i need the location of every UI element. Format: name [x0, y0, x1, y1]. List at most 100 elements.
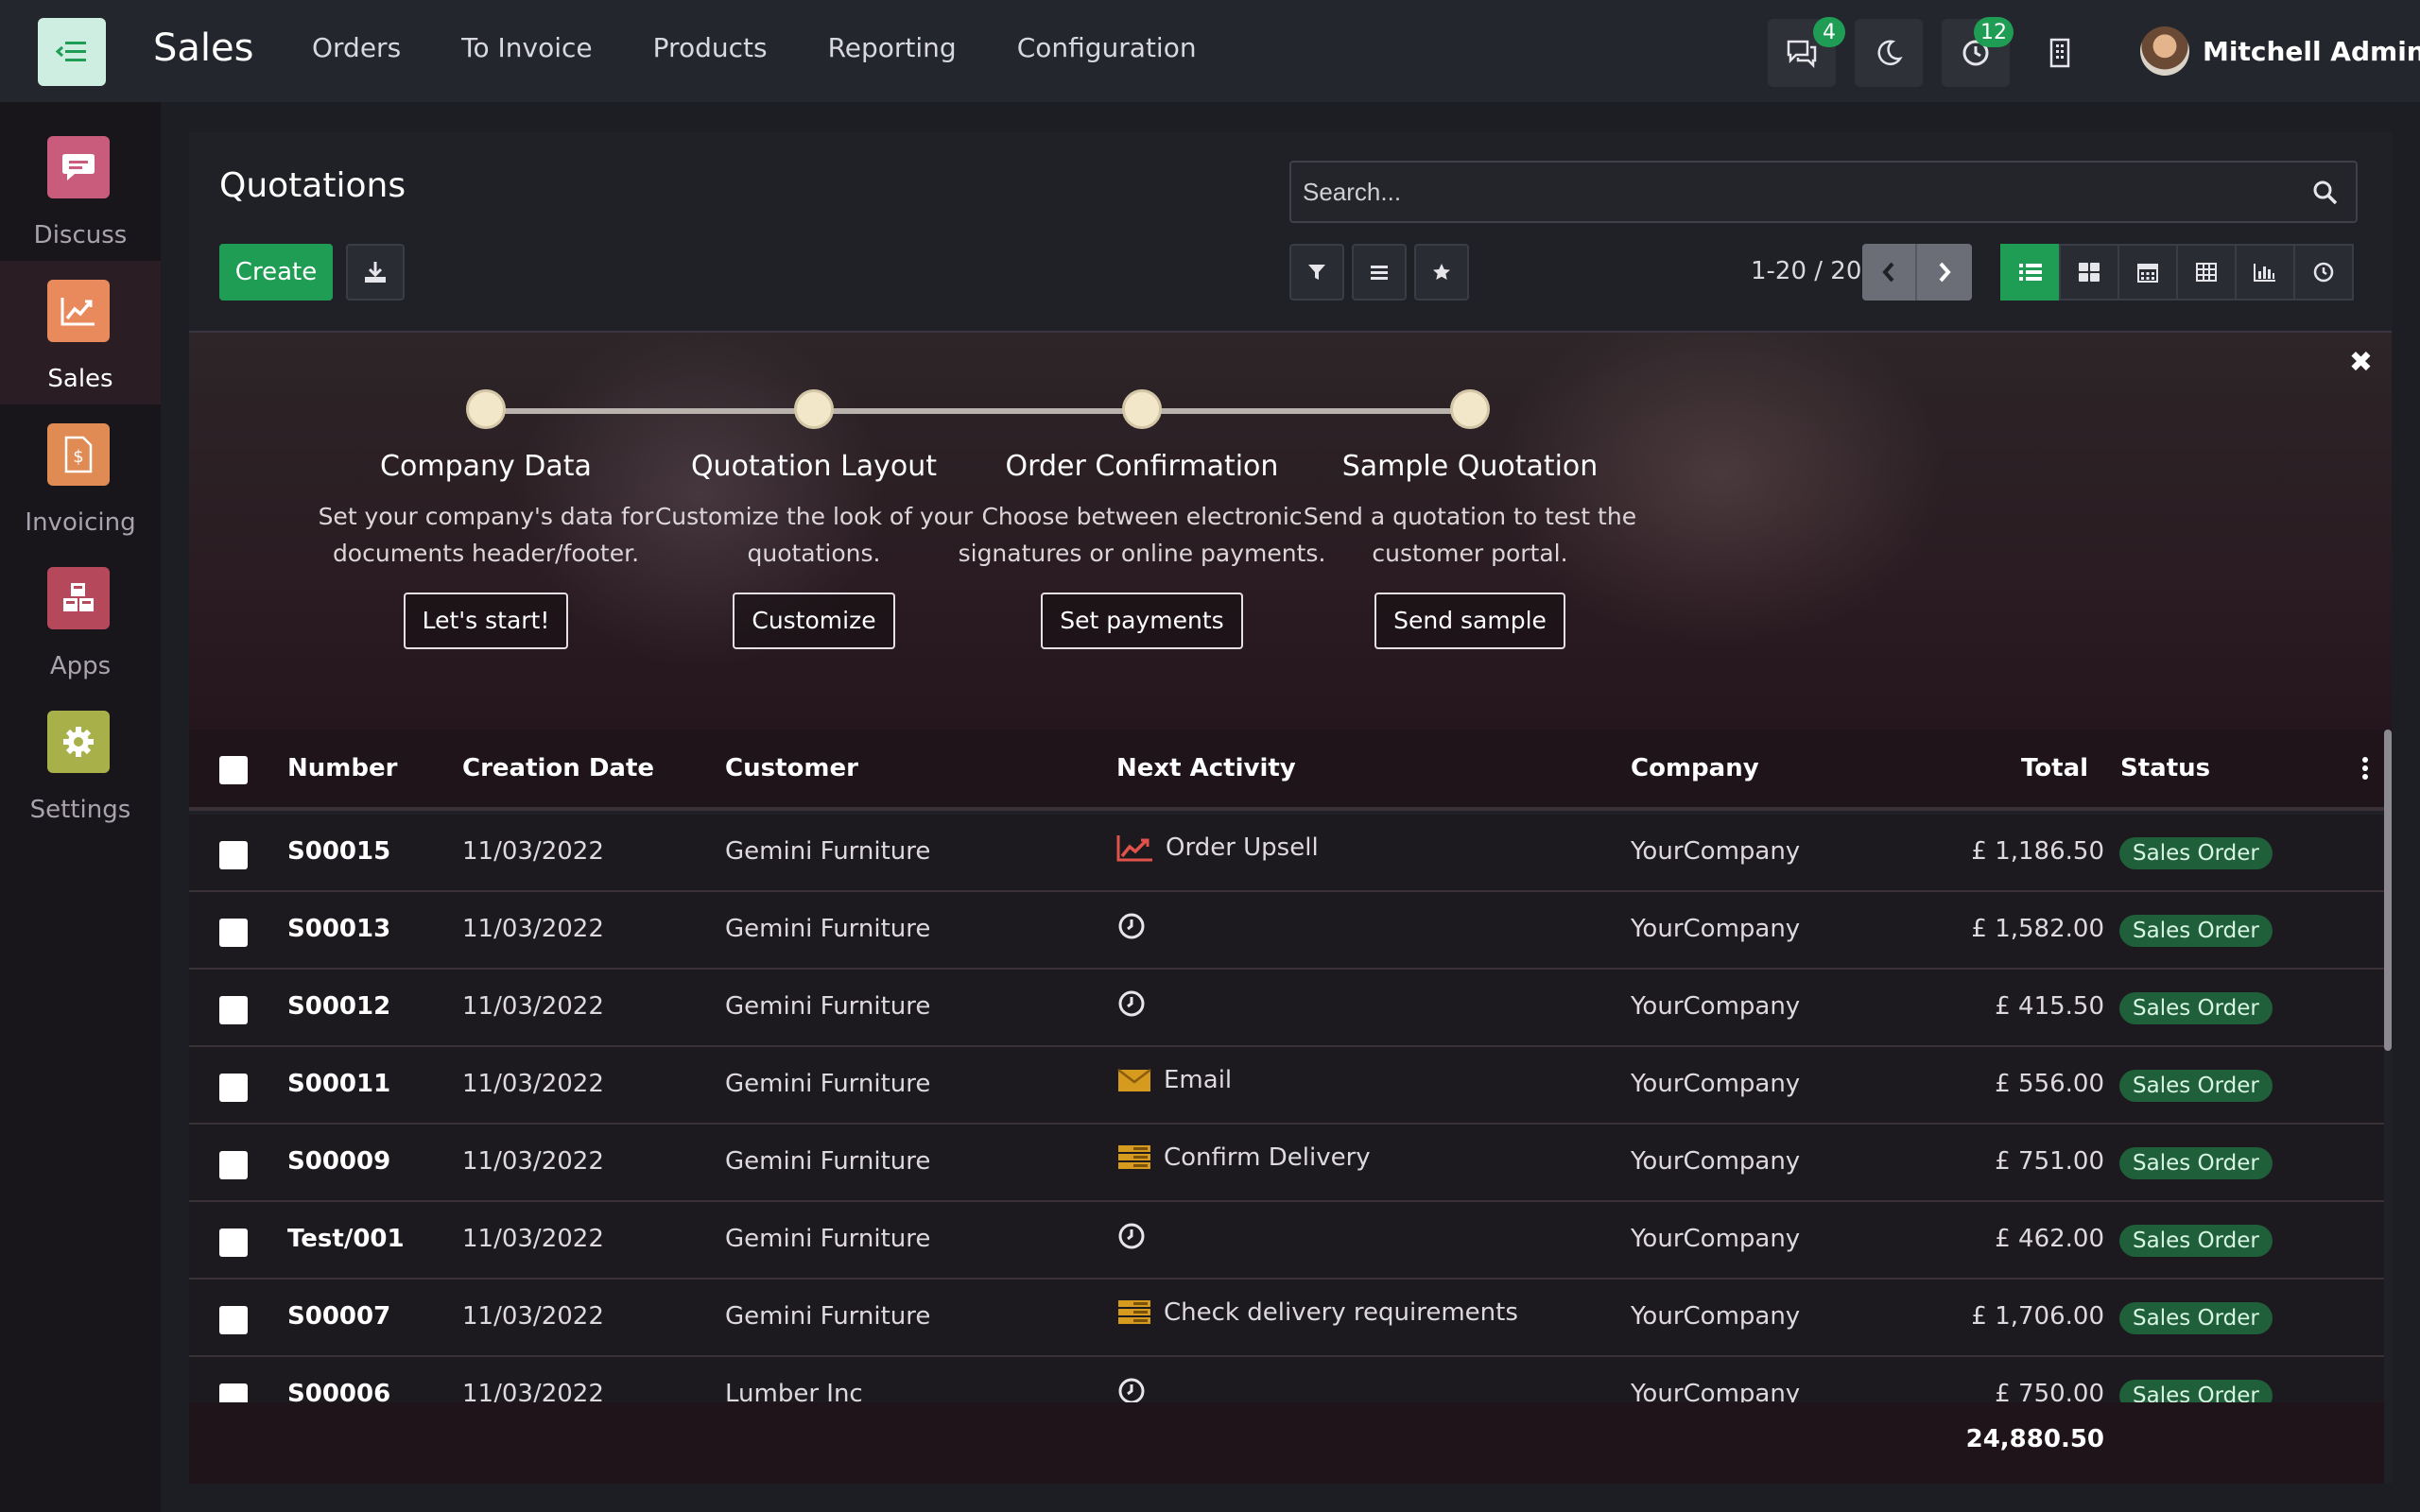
column-total[interactable]: Total — [2021, 754, 2088, 782]
filter-icon — [1308, 265, 1325, 280]
pager-previous-button[interactable] — [1862, 244, 1917, 301]
list-view-button[interactable] — [2000, 244, 2061, 301]
step-dot — [1450, 389, 1490, 429]
activity-view-button[interactable] — [2293, 244, 2354, 301]
column-customer[interactable]: Customer — [725, 754, 858, 782]
status-badge: Sales Order — [2119, 992, 2273, 1024]
column-status[interactable]: Status — [2120, 754, 2210, 782]
column-next-activity[interactable]: Next Activity — [1116, 754, 1296, 782]
table-row[interactable]: Test/001 11/03/2022 Gemini Furniture YourCo… — [189, 1202, 2384, 1280]
column-company[interactable]: Company — [1631, 754, 1759, 782]
graph-view-button[interactable] — [2235, 244, 2295, 301]
clock-icon[interactable] — [1116, 911, 1147, 941]
kanban-view-button[interactable] — [2059, 244, 2119, 301]
status-badge: Sales Order — [2119, 1070, 2273, 1102]
search-box — [1289, 161, 2358, 223]
company-switcher[interactable] — [2029, 19, 2091, 87]
search-icon[interactable] — [2312, 180, 2339, 206]
next-activity[interactable]: Order Upsell — [1116, 833, 1319, 862]
menu-products[interactable]: Products — [653, 32, 768, 63]
sidebar-item-discuss[interactable]: Discuss — [0, 117, 161, 261]
invoice-icon: $ — [47, 423, 110, 486]
user-menu[interactable]: Mitchell Admin — [2140, 26, 2420, 76]
table-row[interactable]: S00007 11/03/2022 Gemini Furniture Check de… — [189, 1280, 2384, 1357]
table-row[interactable]: S00013 11/03/2022 Gemini Furniture YourComp… — [189, 892, 2384, 970]
page-title: Quotations — [219, 166, 406, 205]
search-input[interactable] — [1291, 163, 2356, 221]
menu-orders[interactable]: Orders — [312, 32, 401, 63]
next-activity[interactable]: Check delivery requirements — [1116, 1298, 1518, 1327]
optional-columns-icon[interactable] — [2361, 756, 2369, 784]
status-badge: Sales Order — [2119, 915, 2273, 947]
sidebar-item-sales[interactable]: Sales — [0, 261, 161, 404]
close-icon[interactable]: ✖ — [2349, 346, 2373, 379]
download-button[interactable] — [346, 244, 405, 301]
kanban-icon — [2079, 263, 2100, 282]
list-icon — [2019, 264, 2042, 281]
calendar-view-button[interactable] — [2118, 244, 2178, 301]
row-checkbox[interactable] — [219, 996, 248, 1024]
group-by-button[interactable] — [1352, 244, 1407, 301]
customer-name: Gemini Furniture — [725, 1147, 931, 1176]
next-activity[interactable]: Email — [1116, 1066, 1232, 1094]
table-row[interactable]: S00011 11/03/2022 Gemini Furniture Email You… — [189, 1047, 2384, 1125]
creation-date: 11/03/2022 — [462, 915, 604, 943]
select-all-checkbox[interactable] — [219, 756, 248, 784]
row-checkbox[interactable] — [219, 1306, 248, 1334]
column-number[interactable]: Number — [287, 754, 397, 782]
column-creation-date[interactable]: Creation Date — [462, 754, 654, 782]
sidebar-item-settings[interactable]: Settings — [0, 692, 161, 835]
pivot-view-button[interactable] — [2176, 244, 2237, 301]
clock-icon — [2313, 262, 2334, 283]
next-activity[interactable] — [1116, 988, 1158, 1019]
envelope-icon[interactable] — [1116, 1067, 1152, 1093]
table-row[interactable]: S00009 11/03/2022 Gemini Furniture Confirm … — [189, 1125, 2384, 1202]
send-sample-button[interactable]: Send sample — [1374, 593, 1565, 649]
filter-button[interactable] — [1289, 244, 1344, 301]
create-button[interactable]: Create — [219, 244, 333, 301]
step-dot — [1122, 389, 1162, 429]
customize-button[interactable]: Customize — [733, 593, 895, 649]
lets-start-button[interactable]: Let's start! — [403, 593, 569, 649]
table-row[interactable]: S00012 11/03/2022 Gemini Furniture YourComp… — [189, 970, 2384, 1047]
menu-configuration[interactable]: Configuration — [1017, 32, 1197, 63]
menu-to-invoice[interactable]: To Invoice — [461, 32, 592, 63]
tasks-icon[interactable] — [1116, 1298, 1152, 1327]
quotation-number: Test/001 — [287, 1225, 405, 1253]
creation-date: 11/03/2022 — [462, 992, 604, 1021]
clock-icon[interactable] — [1116, 988, 1147, 1019]
scrollbar[interactable] — [2384, 730, 2392, 1051]
favorites-button[interactable] — [1414, 244, 1469, 301]
chart-line-icon — [47, 280, 110, 342]
activities-button[interactable]: 12 — [1942, 17, 2014, 87]
tasks-icon[interactable] — [1116, 1143, 1152, 1172]
company-name: YourCompany — [1631, 837, 1801, 866]
step-dot — [794, 389, 834, 429]
row-checkbox[interactable] — [219, 1074, 248, 1102]
calendar-icon — [2137, 264, 2158, 283]
next-activity[interactable] — [1116, 1221, 1158, 1251]
next-activity[interactable] — [1116, 911, 1158, 941]
row-checkbox[interactable] — [219, 841, 248, 869]
set-payments-button[interactable]: Set payments — [1041, 593, 1243, 649]
pager-value[interactable]: 1-20 / 20 — [1751, 257, 1861, 285]
pager-next-button[interactable] — [1917, 244, 1972, 301]
app-sidebar: Discuss Sales $ Invoicing Apps Settings — [0, 102, 161, 1512]
sidebar-item-apps[interactable]: Apps — [0, 548, 161, 692]
clock-icon[interactable] — [1116, 1221, 1147, 1251]
row-checkbox[interactable] — [219, 1151, 248, 1179]
app-title[interactable]: Sales — [153, 26, 253, 70]
sidebar-item-label: Discuss — [33, 221, 128, 249]
app-menu-toggle[interactable] — [38, 18, 106, 86]
messages-button[interactable]: 4 — [1768, 17, 1845, 87]
table-row[interactable]: S00015 11/03/2022 Gemini Furniture Order Up… — [189, 815, 2384, 892]
row-checkbox[interactable] — [219, 1228, 248, 1257]
menu-reporting[interactable]: Reporting — [828, 32, 957, 63]
avatar — [2140, 26, 2189, 76]
next-activity[interactable]: Confirm Delivery — [1116, 1143, 1371, 1172]
sidebar-item-invoicing[interactable]: $ Invoicing — [0, 404, 161, 548]
upsell-chart-icon[interactable] — [1116, 833, 1154, 862]
onboarding-banner: ✖ Company Data Set your company's data f… — [189, 331, 2392, 731]
dark-mode-toggle[interactable] — [1855, 19, 1923, 87]
row-checkbox[interactable] — [219, 919, 248, 947]
